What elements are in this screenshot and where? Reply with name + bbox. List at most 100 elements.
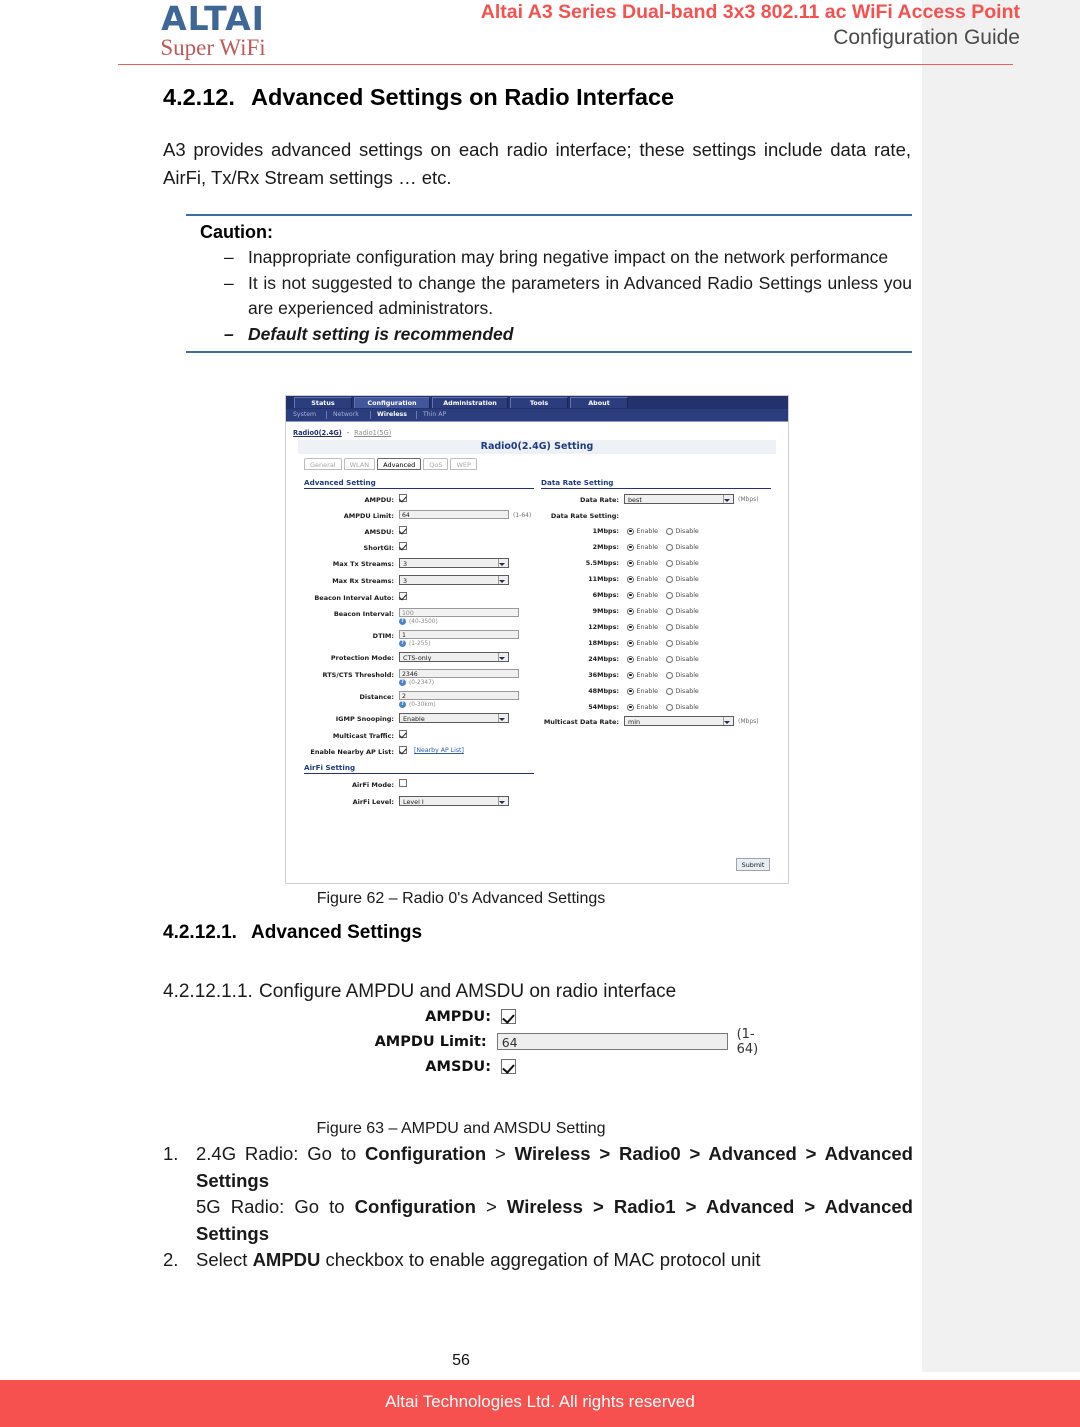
rate-enable-radio[interactable]: [627, 639, 634, 647]
rate-disable-radio[interactable]: [665, 575, 673, 583]
help-icon[interactable]: ?: [399, 679, 406, 686]
radio1-link[interactable]: Radio1(5G): [354, 429, 391, 437]
amsdu-checkbox[interactable]: [399, 526, 407, 534]
disable-text: Disable: [675, 559, 699, 567]
multicast-traffic-checkbox[interactable]: [399, 730, 407, 738]
rate-disable-radio[interactable]: [665, 687, 673, 695]
rate-disable-radio[interactable]: [665, 607, 673, 615]
airfi-level-select[interactable]: Level I: [399, 796, 509, 806]
rate-disable-radio[interactable]: [665, 655, 673, 663]
rate-enable-radio[interactable]: [627, 671, 634, 679]
protection-mode-select[interactable]: CTS-only: [399, 652, 509, 662]
ampdu-figure-row: AMSDU:: [355, 1054, 775, 1079]
caution-title: Caution:: [200, 222, 273, 242]
caution-item-text: Inappropriate configuration may bring ne…: [248, 247, 889, 267]
caution-list: – Inappropriate configuration may bring n…: [186, 245, 912, 347]
airfi-mode-label: AirFi Mode:: [352, 781, 394, 789]
fig-ampdu-checkbox[interactable]: [501, 1009, 516, 1024]
tab-tools[interactable]: Tools: [510, 397, 568, 408]
subtab-general[interactable]: General: [304, 458, 342, 470]
airfi-level-value: Level I: [403, 798, 424, 806]
tab-configuration[interactable]: Configuration: [354, 397, 430, 408]
subtab-wlan[interactable]: WLAN: [343, 458, 376, 470]
rate-enable-radio[interactable]: [627, 623, 634, 631]
bullet-dash: –: [224, 273, 234, 293]
altai-logo: ALTAI Super WiFi: [118, 2, 308, 61]
enable-text: Enable: [636, 623, 658, 631]
rate-enable-radio[interactable]: [627, 575, 634, 583]
rate-disable-radio[interactable]: [665, 703, 673, 711]
rate-enable-radio[interactable]: [627, 591, 634, 599]
shortgi-checkbox[interactable]: [399, 542, 407, 550]
rate-disable-radio[interactable]: [665, 543, 673, 551]
data-rate-unit: (Mbps): [738, 496, 759, 503]
nearby-ap-list-checkbox[interactable]: [399, 746, 407, 754]
rate-disable-radio[interactable]: [665, 623, 673, 631]
page-title: 4.2.12. Advanced Settings on Radio Interf…: [163, 84, 674, 111]
rate-enable-radio[interactable]: [627, 527, 634, 535]
dtim-input[interactable]: 1: [399, 630, 519, 639]
enable-text: Enable: [636, 671, 658, 679]
subsection-number: 4.2.12.1.: [163, 922, 237, 943]
setting-sub-tabs: General WLAN Advanced QoS WEP: [304, 458, 479, 471]
rate-label: 9Mbps:: [592, 607, 619, 615]
nearby-ap-list-link[interactable]: [Nearby AP List]: [407, 746, 464, 754]
figure-63-caption: Figure 63 – AMPDU and AMSDU Setting: [316, 1120, 606, 1137]
help-icon[interactable]: ?: [399, 640, 406, 647]
rate-disable-radio[interactable]: [665, 639, 673, 647]
distance-input[interactable]: 2: [399, 691, 519, 700]
radio0-link[interactable]: Radio0(2.4G): [293, 429, 342, 437]
ampdu-checkbox[interactable]: [399, 494, 407, 502]
rate-enable-radio[interactable]: [627, 703, 634, 711]
subnav-item-wireless[interactable]: Wireless: [377, 410, 407, 420]
rts-cts-threshold-input[interactable]: 2346: [399, 669, 519, 678]
subnav-item-system[interactable]: System: [293, 410, 316, 420]
page-number: 56: [452, 1352, 470, 1369]
multicast-data-rate-select[interactable]: min: [624, 716, 734, 726]
help-icon[interactable]: ?: [399, 701, 406, 708]
rate-disable-radio[interactable]: [665, 527, 673, 535]
subnav-item-network[interactable]: Network: [333, 410, 359, 420]
help-icon[interactable]: ?: [399, 618, 406, 625]
igmp-snooping-select[interactable]: Enable: [399, 713, 509, 723]
subtab-qos[interactable]: QoS: [423, 458, 449, 470]
shortgi-label: ShortGI:: [363, 544, 394, 552]
tab-about[interactable]: About: [570, 397, 628, 408]
fig-ampdu-limit-input[interactable]: 64: [496, 1033, 728, 1050]
document-header: ALTAI Super WiFi Altai A3 Series Dual-ba…: [0, 0, 1080, 62]
rate-disable-radio[interactable]: [665, 671, 673, 679]
enable-text: Enable: [636, 527, 658, 535]
rate-enable-radio[interactable]: [627, 543, 634, 551]
rts-cts-range: (0-2347): [409, 679, 435, 686]
advanced-setting-heading: Advanced Setting: [304, 478, 534, 489]
fig-amsdu-checkbox[interactable]: [501, 1059, 516, 1074]
rate-enable-radio[interactable]: [627, 559, 634, 567]
ampdu-label: AMPDU:: [364, 496, 394, 504]
step-marker: 2.: [163, 1249, 179, 1270]
rate-enable-radio[interactable]: [627, 687, 634, 695]
beacon-interval-input[interactable]: 100: [399, 608, 519, 617]
submit-button[interactable]: Submit: [736, 858, 770, 871]
tab-status[interactable]: Status: [294, 397, 352, 408]
enable-text: Enable: [636, 559, 658, 567]
steps-list: 1. 2.4G Radio: Go to Configuration > Wir…: [163, 1141, 913, 1274]
max-rx-streams-select[interactable]: 3: [399, 575, 509, 585]
subtab-advanced[interactable]: Advanced: [377, 458, 422, 470]
ui-body: Radio0(2.4G) - Radio1(5G) Radio0(2.4G) Set…: [286, 422, 788, 883]
rate-enable-radio[interactable]: [627, 655, 634, 663]
data-rate-select[interactable]: best: [624, 494, 734, 504]
max-tx-streams-select[interactable]: 3: [399, 558, 509, 568]
rate-disable-radio[interactable]: [665, 559, 673, 567]
subnav-item-thin-ap[interactable]: Thin AP: [423, 410, 446, 420]
ampdu-limit-label: AMPDU Limit:: [343, 512, 394, 520]
ampdu-amsdu-screenshot: AMPDU: AMPDU Limit: 64 (1-64) AMSDU:: [355, 1004, 775, 1079]
beacon-interval-auto-checkbox[interactable]: [399, 592, 407, 600]
rate-enable-radio[interactable]: [627, 607, 634, 615]
rate-disable-radio[interactable]: [665, 591, 673, 599]
subtab-wep[interactable]: WEP: [450, 458, 477, 470]
ampdu-limit-input[interactable]: 64: [399, 510, 509, 519]
airfi-mode-checkbox[interactable]: [399, 779, 407, 787]
tab-administration[interactable]: Administration: [432, 397, 508, 408]
bullet-dash: –: [224, 247, 234, 267]
rate-label: 18Mbps:: [588, 639, 619, 647]
